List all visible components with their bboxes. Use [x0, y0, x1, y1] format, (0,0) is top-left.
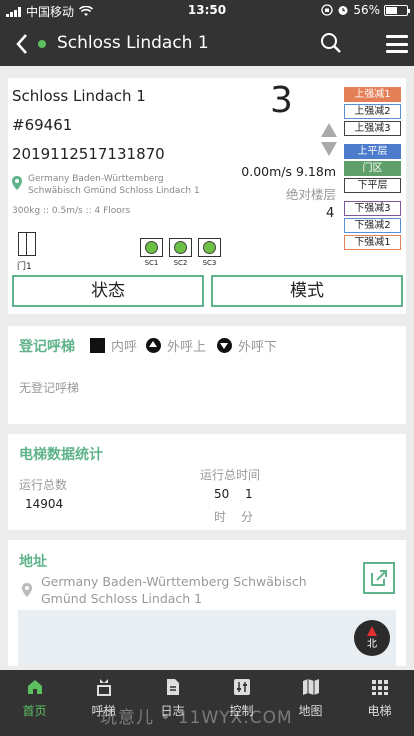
- door-label: 门1: [17, 262, 32, 272]
- legend-car-call: 内呼: [90, 336, 137, 355]
- home-icon: [27, 680, 42, 694]
- elevator-location-line: Germany Baden-Württemberg: [28, 174, 164, 184]
- mode-indicator: 上强减2: [344, 104, 401, 119]
- safety-circuit-label: SC3: [202, 259, 217, 267]
- mode-indicator: 上平层: [344, 144, 401, 159]
- no-calls-text: 无登记呼梯: [19, 381, 80, 395]
- grid-icon: [371, 680, 388, 695]
- location-pin-icon: [12, 176, 22, 190]
- status-bar: 中国移动 13:50 56%: [0, 0, 414, 22]
- location-pin-icon: [22, 583, 32, 597]
- menu-button[interactable]: [386, 35, 408, 53]
- app-header: Schloss Lindach 1: [0, 22, 414, 66]
- mode-indicator: 门区: [344, 161, 401, 176]
- compass-button[interactable]: 北: [354, 620, 390, 656]
- sliders-icon: [233, 679, 250, 695]
- mode-indicator: 下平层: [344, 178, 401, 193]
- elevator-location-line: Schwäbisch Gmünd Schloss Lindach 1: [28, 186, 200, 196]
- tab-label: 首页: [22, 704, 47, 718]
- door-icon: [18, 232, 36, 256]
- tab-elevator[interactable]: 电梯: [345, 678, 414, 719]
- run-count-label: 运行总数: [19, 478, 68, 492]
- hour-unit: 时: [214, 510, 227, 524]
- legend-hall-up: 外呼上: [146, 336, 206, 355]
- alarm-icon: [338, 6, 348, 15]
- open-map-button[interactable]: [363, 562, 395, 594]
- legend-label: 外呼下: [238, 340, 278, 355]
- call-register-card: 登记呼梯 内呼 外呼上 外呼下 无登记呼梯: [8, 326, 406, 424]
- safety-circuit-label: SC2: [173, 259, 188, 267]
- address-title: 地址: [19, 554, 47, 570]
- run-time-label: 运行总时间: [200, 468, 261, 482]
- battery-percent: 56%: [353, 3, 380, 17]
- mode-indicator: 下强减2: [344, 218, 401, 233]
- sc-led-icon: [145, 241, 158, 254]
- elevator-name: Schloss Lindach 1: [12, 87, 146, 105]
- absolute-floor-label: 绝对楼层: [285, 187, 336, 202]
- mode-indicator: 上强减3: [344, 121, 401, 136]
- elevator-location: Germany Baden-Württemberg Schwäbisch Gmü…: [28, 173, 200, 197]
- safety-circuit-indicator: [169, 238, 192, 257]
- run-count-value: 14904: [25, 497, 64, 511]
- safety-circuit-label: SC1: [144, 259, 159, 267]
- chevron-left-icon: [16, 34, 27, 54]
- map-icon: [302, 679, 319, 695]
- run-time-minutes: 1: [245, 487, 253, 501]
- sc-led-icon: [203, 241, 216, 254]
- elevator-id: #69461: [12, 116, 73, 134]
- address-text: Germany Baden-Württemberg Schwäbisch Gmü…: [41, 574, 307, 606]
- car-call-icon: [90, 338, 105, 353]
- watermark: 玩意儿 • 11WYX.COM: [100, 708, 293, 728]
- menu-icon: [386, 35, 408, 38]
- online-status-dot: [38, 40, 46, 48]
- hall-call-up-icon: [146, 338, 161, 353]
- legend-hall-down: 外呼下: [217, 336, 277, 355]
- mode-indicator: 上强减1: [344, 87, 401, 102]
- elevator-card: Schloss Lindach 1 #69461 201911251713187…: [8, 78, 406, 314]
- orientation-lock-icon: [321, 4, 333, 16]
- call-elevator-icon: [96, 679, 111, 696]
- absolute-floor-value: 4: [326, 206, 335, 221]
- direction-up-icon: [321, 123, 337, 137]
- external-link-icon: [371, 570, 387, 586]
- elevator-serial: 2019112517131870: [12, 145, 165, 163]
- legend-label: 外呼上: [167, 340, 207, 355]
- mode-indicator: 下强减1: [344, 235, 401, 250]
- status-bar-right: 56%: [321, 3, 410, 17]
- speed-height: 0.00m/s 9.18m: [241, 164, 336, 179]
- battery-icon: [384, 4, 410, 16]
- tab-label: 地图: [298, 704, 323, 718]
- mode-button[interactable]: 模式: [211, 275, 403, 307]
- minute-unit: 分: [241, 510, 254, 524]
- call-register-title: 登记呼梯: [19, 339, 75, 355]
- elevator-spec: 300kg :: 0.5m/s :: 4 Floors: [12, 206, 131, 216]
- back-button[interactable]: [8, 30, 36, 58]
- stats-card: 电梯数据统计 运行总数 14904 运行总时间 50 1 时 分: [8, 434, 406, 530]
- battery-fill: [386, 6, 398, 14]
- sc-led-icon: [174, 241, 187, 254]
- safety-circuit-indicator: [198, 238, 221, 257]
- mode-indicator-list: 上强减1 上强减2 上强减3 上平层 门区 下平层 下强减3 下强减2 下强减1: [344, 87, 401, 252]
- page-title: Schloss Lindach 1: [57, 33, 209, 53]
- hall-call-down-icon: [217, 338, 232, 353]
- search-button[interactable]: [320, 32, 344, 56]
- compass-label: 北: [367, 638, 377, 650]
- mode-indicator: 下强减3: [344, 201, 401, 216]
- legend-label: 内呼: [111, 340, 138, 355]
- compass-icon: 北: [367, 626, 377, 650]
- safety-circuit-indicator: [140, 238, 163, 257]
- status-button[interactable]: 状态: [12, 275, 204, 307]
- address-card: 地址 Germany Baden-Württemberg Schwäbisch …: [8, 540, 406, 666]
- tab-label: 电梯: [367, 704, 392, 718]
- document-icon: [166, 679, 179, 695]
- current-floor: 3: [270, 80, 293, 121]
- run-time-hours: 50: [214, 487, 230, 501]
- tab-home[interactable]: 首页: [0, 678, 69, 719]
- search-icon: [321, 33, 341, 53]
- direction-down-icon: [321, 142, 337, 156]
- map-view[interactable]: [18, 610, 396, 666]
- stats-title: 电梯数据统计: [19, 447, 103, 463]
